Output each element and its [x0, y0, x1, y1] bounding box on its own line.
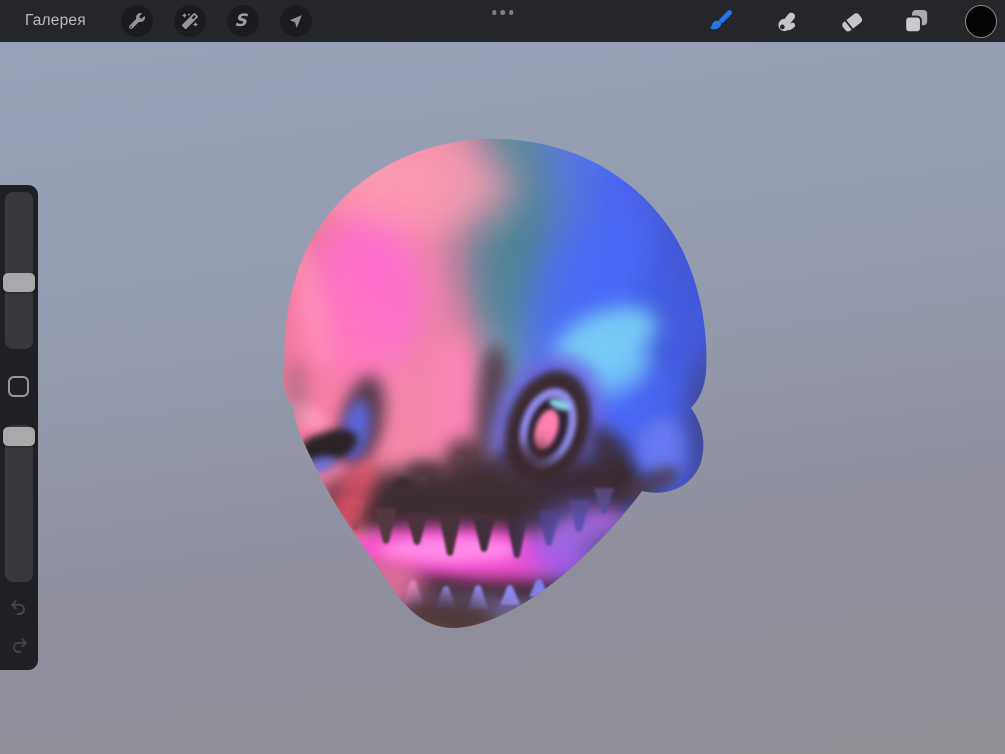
s-curve-icon: S — [234, 10, 250, 31]
color-swatch — [965, 4, 997, 38]
undo-icon — [11, 600, 25, 615]
erase-tool-button[interactable] — [835, 5, 867, 37]
smudge-tool-button[interactable] — [770, 5, 802, 37]
layers-icon — [904, 10, 928, 34]
brush-icon — [710, 10, 733, 30]
undo-button[interactable] — [8, 597, 30, 619]
drawing-canvas[interactable] — [0, 42, 1005, 754]
toolbar-left-group: Галерея S — [25, 0, 312, 42]
adjustments-button[interactable] — [173, 5, 206, 37]
smudge-finger-icon — [777, 12, 795, 31]
wrench-icon — [128, 13, 145, 29]
dot-icon — [508, 10, 514, 15]
modify-button[interactable] — [8, 376, 29, 397]
selection-button[interactable]: S — [226, 5, 259, 37]
magic-wand-icon — [181, 13, 198, 29]
side-toolbar — [0, 185, 38, 670]
eraser-icon — [841, 12, 862, 32]
app-root: { "toolbar": { "gallery_label": "Галерея… — [0, 0, 1005, 754]
redo-icon — [13, 638, 27, 653]
color-well-button[interactable] — [965, 4, 997, 38]
actions-button[interactable] — [120, 5, 153, 37]
dot-icon — [491, 10, 497, 15]
toolbar-right-group — [705, 0, 997, 42]
skull-artwork — [283, 138, 707, 629]
arrow-cursor-icon — [290, 14, 303, 28]
dot-icon — [500, 10, 505, 15]
transform-button[interactable] — [279, 5, 312, 37]
layers-button[interactable] — [900, 5, 932, 37]
opacity-handle[interactable] — [3, 427, 35, 446]
paint-tool-button[interactable] — [705, 5, 737, 37]
top-toolbar: Галерея S — [0, 0, 1005, 42]
multitask-dots-button[interactable] — [490, 8, 516, 17]
redo-button[interactable] — [8, 635, 30, 657]
opacity-slider[interactable] — [3, 425, 35, 582]
brush-size-slider[interactable] — [3, 192, 35, 349]
brush-size-handle[interactable] — [3, 273, 35, 292]
gallery-button[interactable]: Галерея — [25, 12, 86, 30]
